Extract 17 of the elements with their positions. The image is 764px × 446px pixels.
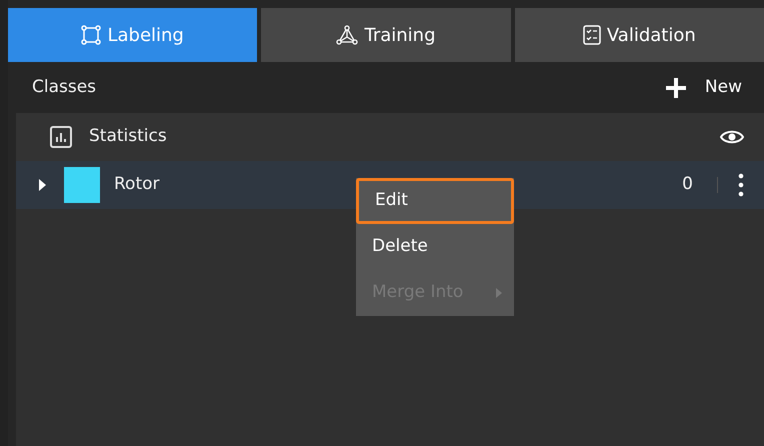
class-name: Rotor [114,173,161,196]
more-icon[interactable] [738,173,744,197]
eye-icon[interactable] [720,129,744,145]
menu-item[interactable]: Edit [356,178,514,224]
network-icon [336,25,358,45]
plus-icon [664,76,687,98]
classes-title: Classes [32,76,96,99]
new-button[interactable]: New [664,74,742,100]
bar-chart-icon [50,126,72,148]
tab[interactable]: Labeling [8,8,258,62]
tab[interactable]: Validation [514,8,764,62]
bounding-box-icon [81,25,102,45]
menu-item[interactable]: Delete [356,224,514,270]
statistics-label: Statistics [89,125,168,148]
class-count: 0 [682,173,693,196]
tab[interactable]: Training [261,8,511,62]
checklist-icon [582,25,601,45]
